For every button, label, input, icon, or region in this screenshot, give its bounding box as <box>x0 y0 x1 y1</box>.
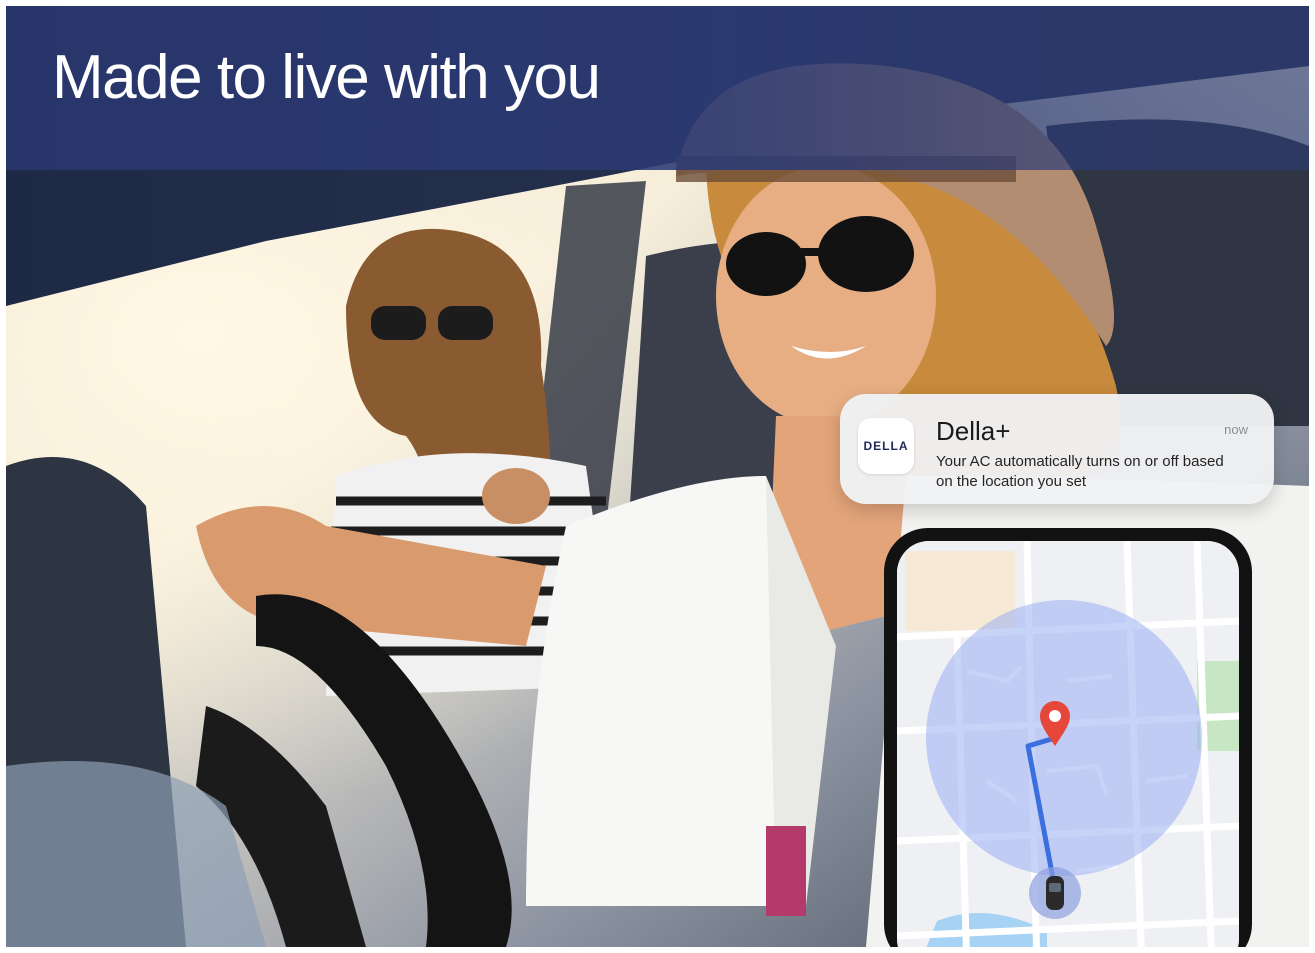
headline-band: Made to live with you <box>6 6 1309 170</box>
notification-message: Your AC automatically turns on or off ba… <box>936 453 1224 490</box>
location-map <box>897 541 1239 947</box>
page-title: Made to live with you <box>52 43 601 112</box>
car-icon <box>1029 867 1081 919</box>
push-notification[interactable]: DELLA Della+ now Your AC automatically t… <box>840 394 1274 504</box>
phone-mockup <box>884 528 1252 947</box>
hero-banner: Made to live with you DELLA Della+ now Y… <box>6 6 1309 947</box>
notification-time: now <box>1224 422 1248 437</box>
della-app-icon: DELLA <box>858 418 914 474</box>
app-logo-text: DELLA <box>863 439 909 453</box>
notification-app-name: Della+ <box>936 416 1011 446</box>
phone-screen <box>897 541 1239 947</box>
